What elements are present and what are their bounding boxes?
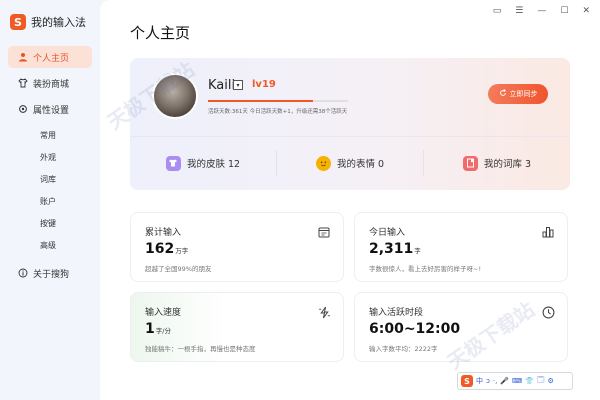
stat-dictionary[interactable]: 我的词库 3 [424, 150, 570, 176]
stat-label: 我的表情 0 [336, 159, 385, 170]
shirt-icon [18, 78, 28, 88]
app-logo-icon: S [10, 14, 26, 30]
sidebar-item-label: 属性设置 [33, 105, 70, 116]
lightning-icon [317, 305, 331, 319]
sidebar-item-profile[interactable]: 个人主页 [8, 46, 92, 68]
minimize-button[interactable]: — [537, 6, 546, 16]
settings-sub-appearance[interactable]: 外观 [8, 146, 92, 168]
card-title: 输入活跃时段 [369, 308, 424, 318]
value-number: 6:00~12:00 [369, 321, 461, 337]
settings-sub-keys[interactable]: 按键 [8, 212, 92, 234]
card-title: 累计输入 [145, 228, 182, 238]
stat-skins[interactable]: 我的皮肤 12 [130, 150, 277, 176]
sync-button[interactable]: 立即同步 [488, 84, 548, 104]
card-value: 1字/分 [145, 321, 171, 337]
settings-sub-account[interactable]: 账户 [8, 190, 92, 212]
card-subtitle: 输入字数平均：2222字 [369, 345, 438, 353]
stats-row: 我的皮肤 12 我的表情 0 我的词库 3 [130, 150, 570, 176]
ime-logo-icon[interactable]: S [461, 375, 473, 387]
ime-moon-icon[interactable]: ɔ [486, 377, 490, 385]
card-total-input: 累计输入 162万字 超越了全国99%的朋友 [130, 212, 344, 282]
sidebar-item-label: 个人主页 [33, 53, 70, 64]
feedback-icon[interactable]: ▭ [493, 6, 502, 16]
settings-icon [18, 104, 28, 114]
menu-icon[interactable]: ☰ [515, 6, 523, 16]
value-unit: 字/分 [155, 327, 171, 335]
sidebar-item-about[interactable]: 关于搜狗 [8, 262, 92, 284]
card-subtitle: 独能稿牛：一根手指，再慢也是种态度 [145, 345, 256, 353]
card-subtitle: 字数很惊人，看上去好厉害的样子呀~! [369, 265, 482, 273]
clock-icon [541, 305, 555, 319]
card-value: 162万字 [145, 241, 188, 257]
card-input-speed: 输入速度 1字/分 独能稿牛：一根手指，再慢也是种态度 [130, 292, 344, 362]
value-number: 162 [145, 241, 175, 257]
sidebar: S 我的输入法 个人主页 装扮商城 属性设置 常用 外观 词库 账户 按键 高级 [0, 0, 100, 400]
card-value: 6:00~12:00 [369, 321, 460, 337]
sidebar-item-settings[interactable]: 属性设置 [8, 98, 92, 120]
calendar-icon [317, 225, 331, 239]
stat-label: 我的皮肤 12 [186, 159, 241, 170]
chart-icon [541, 225, 555, 239]
card-subtitle: 超越了全国99%的朋友 [145, 265, 212, 273]
value-unit: 万字 [175, 247, 189, 255]
settings-sub-common[interactable]: 常用 [8, 124, 92, 146]
sidebar-item-label: 关于搜狗 [33, 269, 70, 280]
card-title: 今日输入 [369, 228, 406, 238]
skin-icon [165, 155, 181, 171]
window-controls: ▭ ☰ — ☐ ✕ [493, 6, 590, 16]
skin-icon[interactable]: 👕 [525, 377, 534, 385]
page-title: 个人主页 [130, 24, 191, 42]
person-icon [18, 52, 28, 62]
microphone-icon[interactable]: 🎤 [500, 377, 509, 385]
ime-mode-chinese[interactable]: 中 [476, 376, 483, 386]
value-number: 2,311 [369, 241, 414, 257]
keyboard-icon[interactable]: ⌨ [512, 377, 522, 385]
active-days-text: 活跃天数:361天 今日活跃天数+1，升级还需38个活跃天 [208, 109, 348, 115]
level-progress-bar [208, 100, 348, 102]
ime-toolbar: S 中 ɔ ·, 🎤 ⌨ 👕 🗔 ⚙ [457, 372, 573, 390]
emoji-icon [315, 155, 331, 171]
app-title: 我的输入法 [31, 16, 86, 29]
level-progress-fill [208, 100, 313, 102]
gear-icon[interactable]: ⚙ [547, 377, 553, 385]
value-unit: 字 [414, 247, 421, 255]
ime-punctuation-icon[interactable]: ·, [493, 377, 497, 385]
app-header: S 我的输入法 [10, 14, 86, 30]
sidebar-item-label: 装扮商城 [33, 79, 70, 90]
sync-button-label: 立即同步 [509, 90, 538, 98]
settings-sub-dictionary[interactable]: 词库 [8, 168, 92, 190]
info-icon [18, 268, 28, 278]
main-panel: ▭ ☰ — ☐ ✕ 个人主页 Kaili ▾ lv19 活跃天数:361天 今日… [100, 0, 600, 400]
window-icon[interactable]: 🗔 [537, 376, 545, 387]
card-today-input: 今日输入 2,311字 字数很惊人，看上去好厉害的样子呀~! [354, 212, 568, 282]
sync-icon [499, 89, 507, 99]
level-badge: lv19 [252, 79, 276, 90]
sidebar-nav: 个人主页 装扮商城 属性设置 常用 外观 词库 账户 按键 高级 关于搜狗 [8, 46, 92, 288]
card-value: 2,311字 [369, 241, 421, 257]
value-number: 1 [145, 321, 155, 337]
divider [130, 136, 570, 137]
maximize-button[interactable]: ☐ [560, 6, 568, 16]
card-title: 输入速度 [145, 308, 182, 318]
stat-emoji[interactable]: 我的表情 0 [277, 150, 424, 176]
sidebar-item-shop[interactable]: 装扮商城 [8, 72, 92, 94]
settings-sub-advanced[interactable]: 高级 [8, 234, 92, 256]
stat-label: 我的词库 3 [483, 159, 532, 170]
chevron-down-icon[interactable]: ▾ [233, 80, 243, 90]
book-icon [462, 155, 478, 171]
username: Kaili [208, 78, 236, 93]
close-button[interactable]: ✕ [582, 6, 590, 16]
